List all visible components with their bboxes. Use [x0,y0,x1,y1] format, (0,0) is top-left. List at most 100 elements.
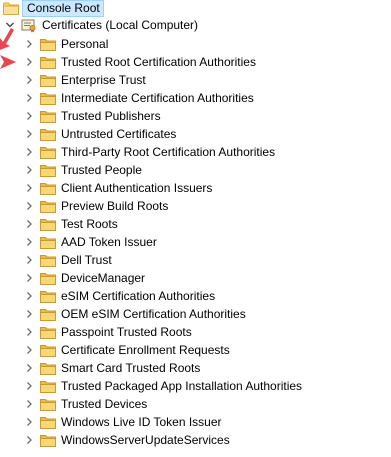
folder-icon [39,53,57,71]
chevron-right-icon[interactable] [21,305,37,323]
chevron-right-icon[interactable] [21,251,37,269]
store-node[interactable]: Client Authentication Issuers [0,179,212,197]
folder-icon [39,305,57,323]
folder-icon [39,341,57,359]
store-node[interactable]: Certificate Enrollment Requests [0,341,230,359]
store-node[interactable]: Dell Trust [0,251,112,269]
store-node-label: Dell Trust [61,253,112,267]
folder-icon [39,287,57,305]
store-node-label: Untrusted Certificates [61,127,177,141]
folder-icon [39,395,57,413]
store-node[interactable]: Trusted Devices [0,395,147,413]
store-node[interactable]: DeviceManager [0,269,145,287]
folder-icon [39,323,57,341]
store-node-label: Trusted Root Certification Authorities [61,55,256,69]
certificates-local-computer-node[interactable]: Certificates (Local Computer) [0,16,198,34]
folder-icon [39,125,57,143]
store-node[interactable]: Trusted People [0,161,142,179]
store-node[interactable]: Windows Live ID Token Issuer [0,413,222,431]
store-node[interactable]: eSIM Certification Authorities [0,287,215,305]
store-node[interactable]: AAD Token Issuer [0,233,157,251]
store-node-label: DeviceManager [61,271,146,285]
store-node[interactable]: Test Roots [0,215,118,233]
console-root-label: Console Root [22,0,104,17]
store-node-label: Enterprise Trust [61,73,146,87]
store-node-label: OEM eSIM Certification Authorities [61,307,246,321]
store-node-label: Trusted Packaged App Installation Author… [61,379,303,393]
chevron-right-icon[interactable] [21,359,37,377]
store-node[interactable]: Personal [0,35,108,53]
certificates-node-label: Certificates (Local Computer) [42,18,199,32]
folder-icon [39,107,57,125]
store-node-label: Passpoint Trusted Roots [61,325,192,339]
folder-icon [39,71,57,89]
folder-icon [39,35,57,53]
store-node-label: Intermediate Certification Authorities [61,91,254,105]
chevron-down-icon[interactable] [2,16,18,34]
store-node[interactable]: Third-Party Root Certification Authoriti… [0,143,275,161]
chevron-right-icon[interactable] [21,431,37,449]
store-node[interactable]: Untrusted Certificates [0,125,176,143]
store-node[interactable]: Passpoint Trusted Roots [0,323,192,341]
store-node[interactable]: Intermediate Certification Authorities [0,89,254,107]
store-node-label: Test Roots [61,217,118,231]
certificate-store-icon [20,16,38,34]
folder-icon [39,89,57,107]
store-node[interactable]: Trusted Publishers [0,107,161,125]
folder-icon [39,269,57,287]
store-node[interactable]: Enterprise Trust [0,71,146,89]
store-node-label: AAD Token Issuer [61,235,157,249]
chevron-right-icon[interactable] [21,341,37,359]
store-node-label: Personal [61,37,109,51]
store-node-label: Preview Build Roots [61,199,169,213]
chevron-right-icon[interactable] [21,323,37,341]
folder-icon [39,359,57,377]
folder-icon [39,215,57,233]
store-node-label: WindowsServerUpdateServices [61,433,230,447]
store-node[interactable]: Smart Card Trusted Roots [0,359,200,377]
chevron-right-icon[interactable] [21,287,37,305]
store-node[interactable]: WindowsServerUpdateServices [0,431,230,449]
store-node-label: Client Authentication Issuers [61,181,213,195]
folder-icon [39,179,57,197]
folder-icon [39,143,57,161]
console-root-node[interactable]: Console Root [0,0,104,17]
store-node[interactable]: Preview Build Roots [0,197,168,215]
chevron-right-icon[interactable] [21,53,37,71]
store-node[interactable]: Trusted Packaged App Installation Author… [0,377,302,395]
chevron-right-icon[interactable] [21,215,37,233]
mmc-tree-view: Console Root Certificates (Local Compute… [0,0,391,457]
store-node-label: Third-Party Root Certification Authoriti… [61,145,276,159]
folder-icon [39,197,57,215]
chevron-right-icon[interactable] [21,161,37,179]
chevron-right-icon[interactable] [21,197,37,215]
store-node-label: eSIM Certification Authorities [61,289,216,303]
store-node-label: Windows Live ID Token Issuer [61,415,222,429]
chevron-right-icon[interactable] [21,413,37,431]
store-node-label: Trusted People [61,163,142,177]
chevron-right-icon[interactable] [21,89,37,107]
store-node-label: Certificate Enrollment Requests [61,343,230,357]
chevron-right-icon[interactable] [21,71,37,89]
chevron-right-icon[interactable] [21,269,37,287]
chevron-right-icon[interactable] [21,143,37,161]
chevron-right-icon[interactable] [21,125,37,143]
chevron-right-icon[interactable] [21,179,37,197]
folder-icon [39,161,57,179]
chevron-right-icon[interactable] [21,233,37,251]
store-node[interactable]: OEM eSIM Certification Authorities [0,305,246,323]
chevron-right-icon[interactable] [21,377,37,395]
folder-icon [39,377,57,395]
chevron-right-icon[interactable] [21,395,37,413]
store-node-label: Trusted Devices [61,397,148,411]
folder-icon [2,0,20,16]
store-node-label: Smart Card Trusted Roots [61,361,201,375]
chevron-right-icon[interactable] [21,35,37,53]
folder-icon [39,431,57,449]
chevron-right-icon[interactable] [21,107,37,125]
folder-icon [39,251,57,269]
folder-icon [39,233,57,251]
store-node[interactable]: Trusted Root Certification Authorities [0,53,256,71]
store-node-label: Trusted Publishers [61,109,161,123]
folder-icon [39,413,57,431]
